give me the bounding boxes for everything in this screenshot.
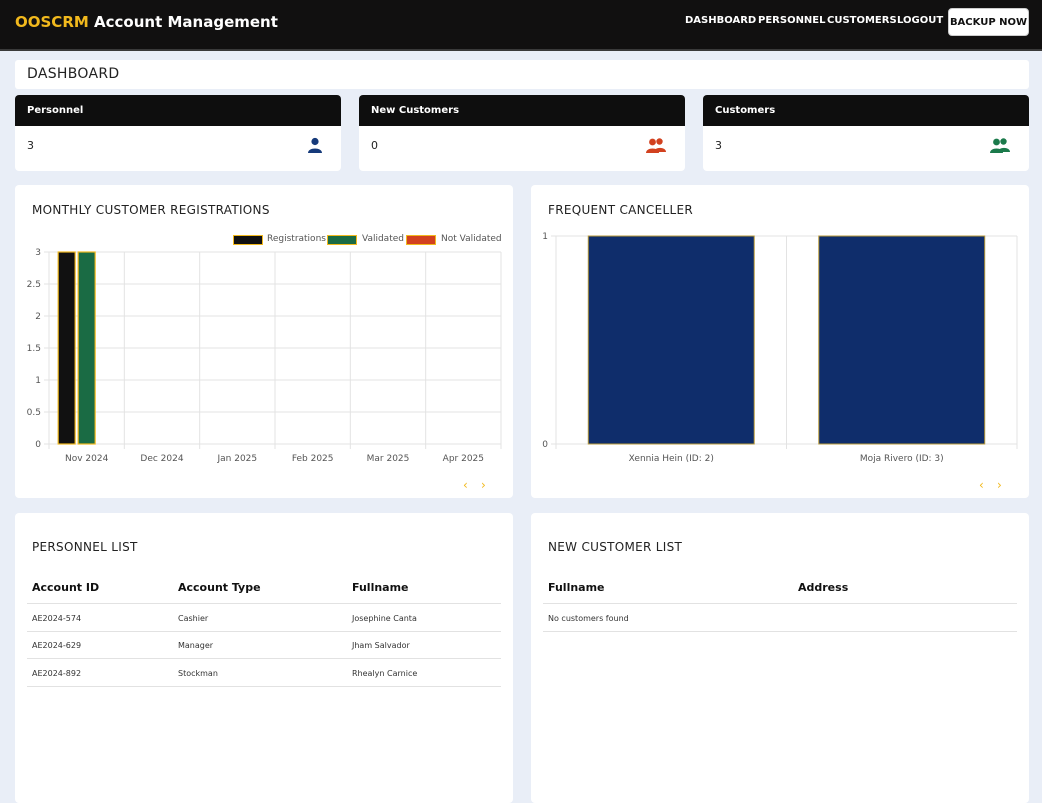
cell-account-id: AE2024-574 — [32, 614, 82, 623]
frequent-canceller-chart: 0 1 Xennia Hein (ID: 2) Moja Rivero (ID: 3) — [542, 232, 1018, 464]
monthly-registrations-chart: 0 0.5 1 1.5 2 2.5 3 Nov 2024 Dec 2024 Jan 2025 Feb… — [27, 248, 502, 464]
nav-customers-link[interactable]: CUSTOMERS — [827, 15, 897, 26]
cell-fullname: Jham Salvador — [352, 641, 410, 650]
table-divider — [27, 658, 501, 659]
monthly-registrations-panel: MONTHLY CUSTOMER REGISTRATIONS Registrat… — [15, 185, 513, 498]
table-divider — [27, 631, 501, 632]
nav-logout-link[interactable]: LOGOUT — [897, 15, 943, 26]
column-header-fullname: Fullname — [548, 581, 605, 594]
x-tick-label: Moja Rivero (ID: 3) — [860, 454, 944, 464]
y-tick-label: 3 — [35, 248, 41, 258]
table-divider — [27, 603, 501, 604]
monthly-next-icon[interactable]: › — [481, 478, 486, 492]
x-tick-label: Mar 2025 — [367, 454, 410, 464]
personnel-list-panel: PERSONNEL LIST Account ID Account Type F… — [15, 513, 513, 803]
y-tick-label: 1 — [35, 376, 41, 386]
stat-card-value: 3 — [715, 139, 722, 152]
x-tick-label: Feb 2025 — [292, 454, 334, 464]
brand-accent: OOSCRM — [15, 13, 89, 31]
y-tick-label: 1 — [542, 232, 548, 242]
bar — [57, 251, 76, 445]
bar — [77, 251, 96, 445]
y-tick-label: 0 — [542, 440, 548, 450]
cell-account-type: Stockman — [178, 669, 218, 678]
personnel-list-title: PERSONNEL LIST — [32, 540, 138, 554]
frequent-canceller-panel: FREQUENT CANCELLER 0 1 Xennia Hein (ID: 2)… — [531, 185, 1029, 498]
user-icon — [307, 137, 323, 157]
bar — [818, 235, 986, 445]
column-header-account-type: Account Type — [178, 581, 261, 594]
y-tick-label: 0 — [35, 440, 41, 450]
top-navbar: OOSCRM Account Management DASHBOARD PERS… — [0, 0, 1042, 51]
stat-card-label: Personnel — [15, 95, 341, 126]
stat-card-value: 0 — [371, 139, 378, 152]
cell-account-id: AE2024-892 — [32, 669, 82, 678]
bar — [587, 235, 755, 445]
empty-state-text: No customers found — [548, 614, 629, 623]
stat-card-value: 3 — [27, 139, 34, 152]
cell-account-type: Cashier — [178, 614, 209, 623]
backup-now-button[interactable]: BACKUP NOW — [948, 8, 1029, 36]
y-tick-label: 0.5 — [27, 408, 41, 418]
nav-dashboard-link[interactable]: DASHBOARD — [685, 15, 756, 26]
new-customer-list-title: NEW CUSTOMER LIST — [548, 540, 683, 554]
page-title: DASHBOARD — [27, 66, 120, 82]
x-tick-label: Xennia Hein (ID: 2) — [629, 454, 714, 464]
table-divider — [27, 686, 501, 687]
stat-card-new-customers: New Customers 0 — [359, 95, 685, 171]
page-header: DASHBOARD — [15, 60, 1029, 89]
app-brand[interactable]: OOSCRM Account Management — [15, 13, 278, 31]
y-tick-label: 1.5 — [27, 344, 41, 354]
users-icon — [989, 137, 1011, 157]
users-icon — [645, 137, 667, 157]
cell-account-id: AE2024-629 — [32, 641, 82, 650]
canceller-prev-icon[interactable]: ‹ — [979, 478, 984, 492]
x-tick-label: Nov 2024 — [65, 454, 109, 464]
stat-card-label: New Customers — [359, 95, 685, 126]
column-header-address: Address — [798, 581, 849, 594]
table-divider — [543, 603, 1017, 604]
column-header-fullname: Fullname — [352, 581, 409, 594]
nav-personnel-link[interactable]: PERSONNEL — [758, 15, 826, 26]
x-tick-label: Apr 2025 — [443, 454, 484, 464]
y-tick-label: 2.5 — [27, 280, 41, 290]
column-header-account-id: Account ID — [32, 581, 100, 594]
stat-card-personnel: Personnel 3 — [15, 95, 341, 171]
brand-title: Account Management — [94, 13, 278, 31]
monthly-prev-icon[interactable]: ‹ — [463, 478, 468, 492]
cell-fullname: Rhealyn Carnice — [352, 669, 418, 678]
table-divider — [543, 631, 1017, 632]
cell-account-type: Manager — [178, 641, 214, 650]
new-customer-list-panel: NEW CUSTOMER LIST Fullname Address No cu… — [531, 513, 1029, 803]
stat-card-label: Customers — [703, 95, 1029, 126]
x-tick-label: Dec 2024 — [140, 454, 183, 464]
x-tick-label: Jan 2025 — [217, 454, 258, 464]
cell-fullname: Josephine Canta — [352, 614, 417, 623]
stat-card-customers: Customers 3 — [703, 95, 1029, 171]
y-tick-label: 2 — [35, 312, 41, 322]
canceller-next-icon[interactable]: › — [997, 478, 1002, 492]
